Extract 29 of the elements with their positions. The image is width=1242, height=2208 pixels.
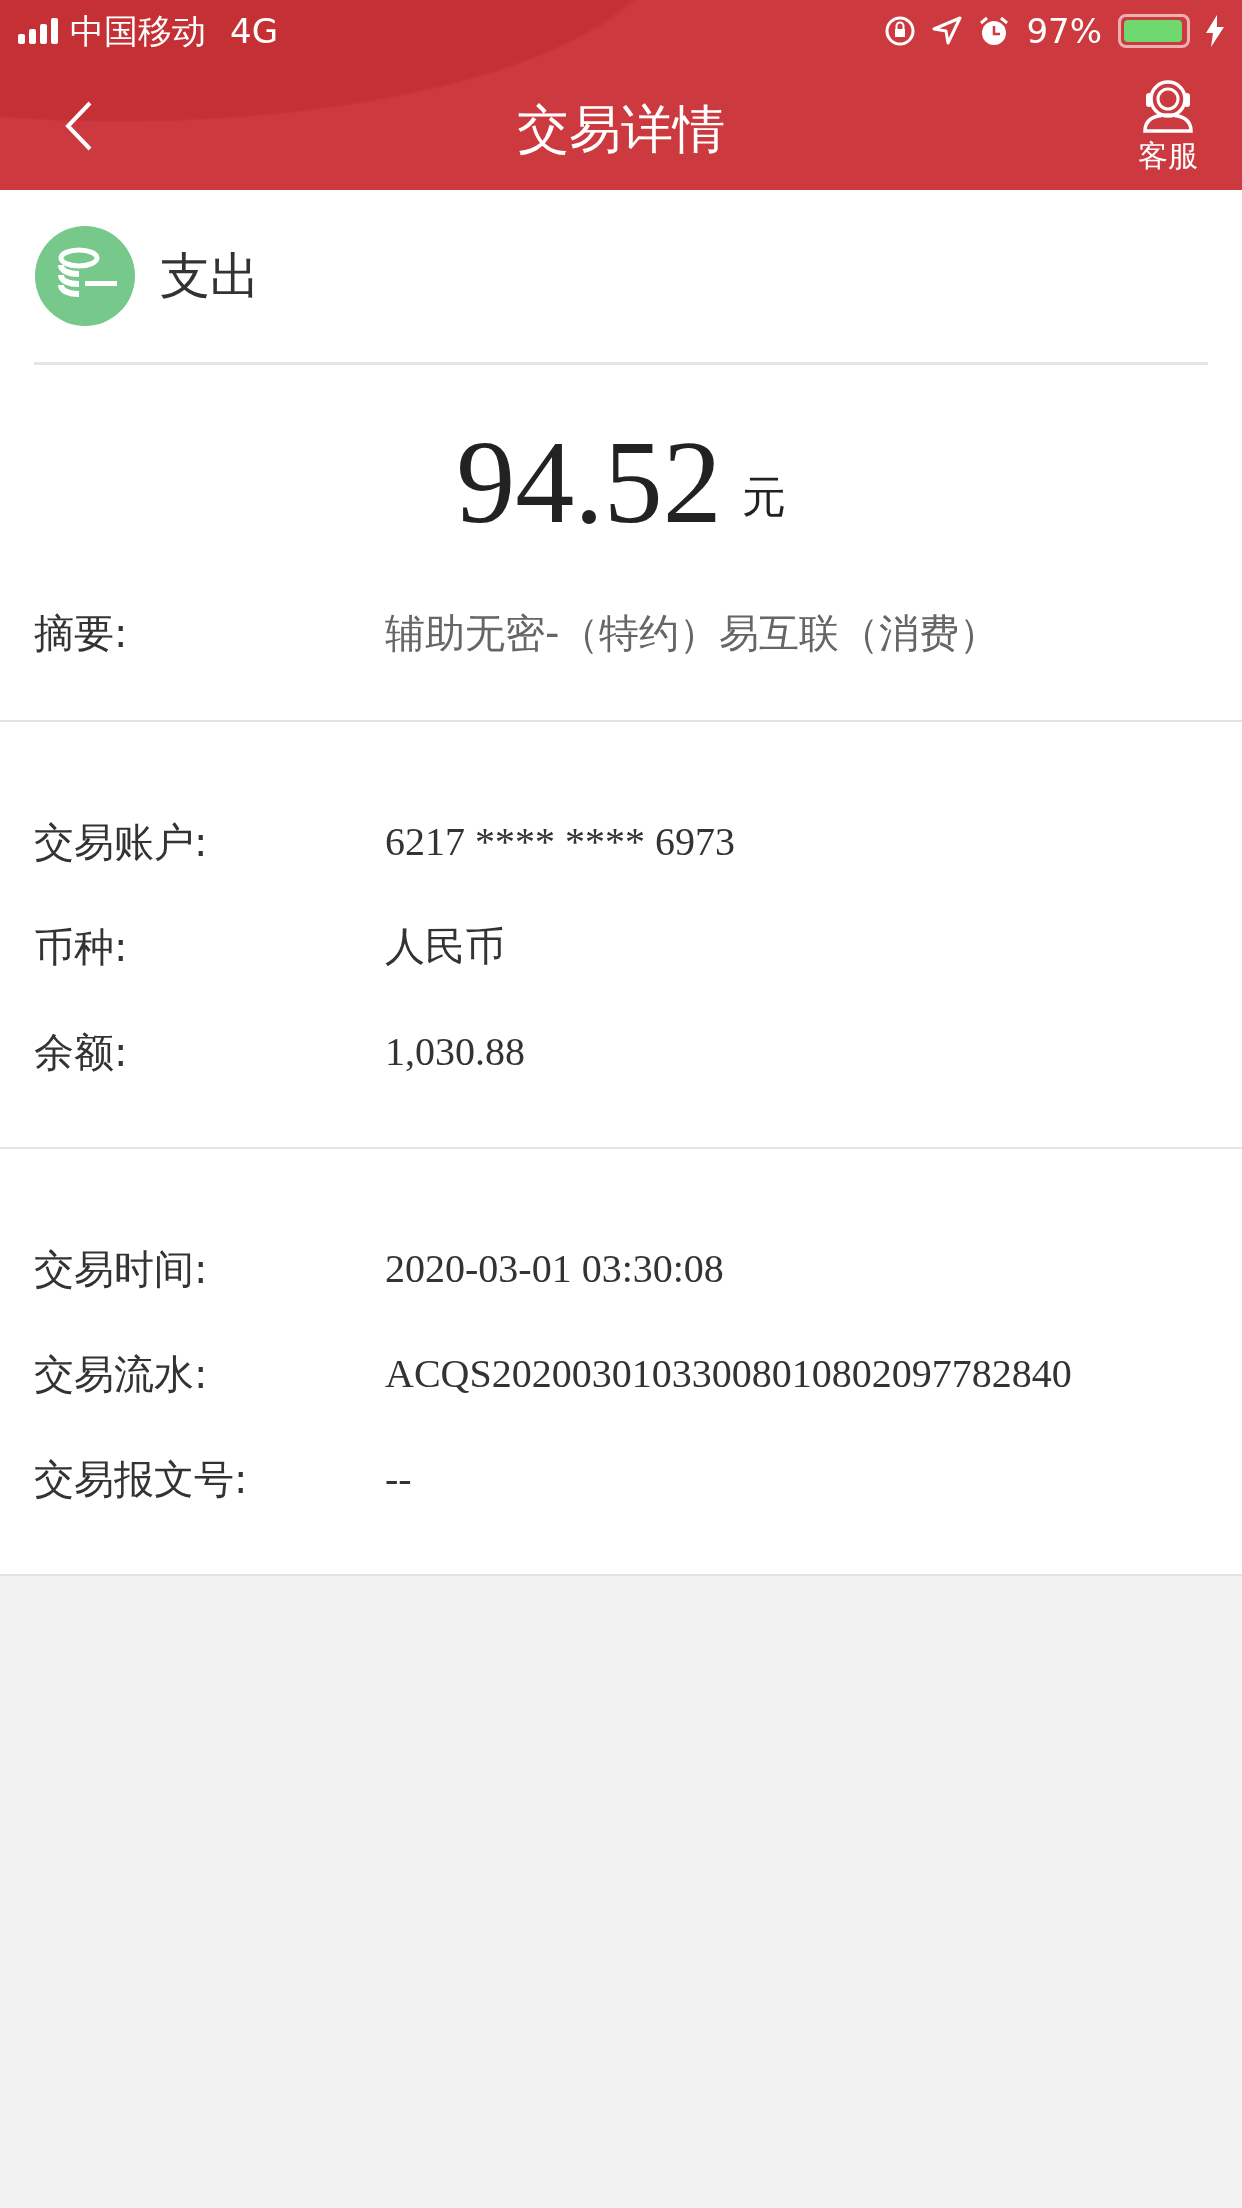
field-label: 交易时间: (34, 1244, 209, 1294)
rotation-lock-icon (884, 15, 917, 47)
battery-percent: 97% (1026, 9, 1102, 53)
field-value: 6217 **** **** 6973 (385, 817, 735, 866)
transaction-type: 支出 (160, 245, 260, 307)
currency-unit: 元 (741, 470, 786, 524)
charging-bolt-icon (1206, 15, 1224, 47)
page-title: 交易详情 (516, 98, 726, 161)
carrier-name: 中国移动 (70, 9, 206, 53)
alarm-clock-icon (978, 15, 1011, 47)
field-value: ACQS20200301033008010802097782840 (385, 1349, 1072, 1398)
battery-icon (1118, 14, 1190, 48)
field-label: 币种: (34, 922, 129, 972)
field-label: 摘要: (34, 608, 129, 658)
field-label: 交易报文号: (34, 1454, 249, 1504)
back-button[interactable] (64, 99, 94, 153)
field-value: 1,030.88 (385, 1027, 525, 1076)
field-value: 2020-03-01 03:30:08 (385, 1244, 724, 1293)
network-type: 4G (230, 9, 278, 53)
amount-value: 94.52 (456, 424, 722, 542)
customer-service-button[interactable]: 客服 (1138, 74, 1198, 178)
field-label: 余额: (34, 1027, 129, 1077)
coin-stack-icon (34, 225, 136, 327)
field-value: -- (385, 1454, 412, 1503)
field-value: 人民币 (385, 922, 505, 971)
field-value: 辅助无密-（特约）易互联（消费） (385, 608, 1000, 658)
location-arrow-icon (932, 16, 963, 46)
field-label: 交易账户: (34, 817, 209, 867)
field-label: 交易流水: (34, 1349, 209, 1399)
